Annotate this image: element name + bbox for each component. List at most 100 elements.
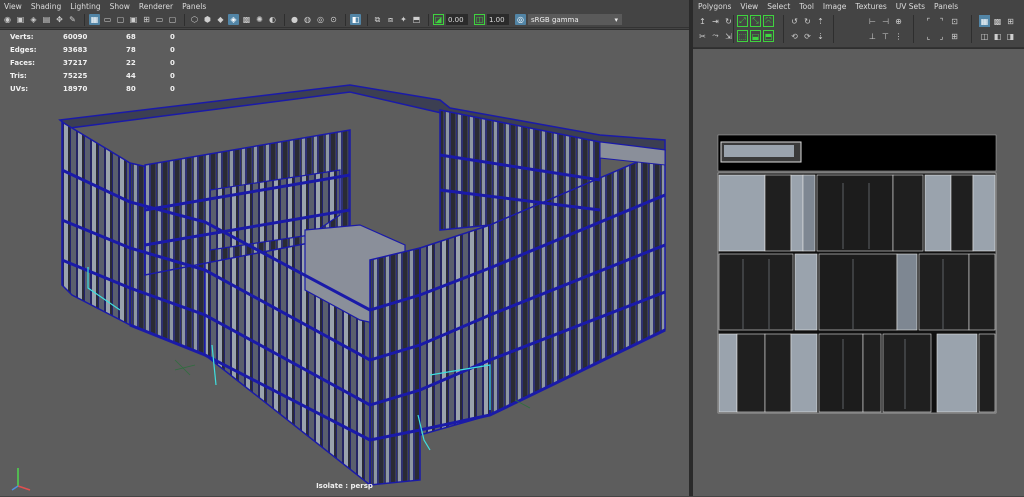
gamma-icon[interactable]: ◫: [474, 14, 485, 25]
uv-canvas[interactable]: [693, 48, 1024, 496]
shaded-uv-icon[interactable]: ◧: [992, 30, 1003, 42]
align-bottom-icon[interactable]: ⇣: [815, 30, 826, 42]
uv-editor-panel: Polygons View Select Tool Image Textures…: [693, 0, 1024, 496]
uv-menu-select[interactable]: Select: [767, 2, 790, 11]
texture-display-icon[interactable]: ▦: [979, 15, 990, 27]
wireframe-on-shaded-icon[interactable]: ◈: [228, 14, 239, 25]
color-management-icon[interactable]: ◎: [515, 14, 526, 25]
snap-bottom-left-icon[interactable]: ⌞: [923, 30, 934, 42]
camera-attributes-icon[interactable]: ▣: [15, 14, 26, 25]
snap-center-icon[interactable]: ⊞: [949, 30, 960, 42]
menu-renderer[interactable]: Renderer: [139, 2, 173, 11]
checker-icon[interactable]: ▩: [992, 15, 1003, 27]
uv-layout-group: ⤢ ⤡ ⤧ ⬚ ⬓ ⬒: [737, 15, 774, 43]
grid-icon[interactable]: ▦: [89, 14, 100, 25]
rotate-90-icon[interactable]: ⟲: [789, 30, 800, 42]
safe-title-icon[interactable]: ▢: [167, 14, 178, 25]
align-top-icon[interactable]: ⇡: [815, 15, 826, 27]
flip-u-icon[interactable]: ↥: [697, 15, 708, 27]
exposure-icon[interactable]: ◪: [433, 14, 444, 25]
distortion-icon[interactable]: ◨: [1005, 30, 1016, 42]
uv-menubar: Polygons View Select Tool Image Textures…: [693, 0, 1024, 12]
uv-menu-textures[interactable]: Textures: [855, 2, 886, 11]
gamma-field[interactable]: 1.00: [487, 14, 509, 25]
menu-shading[interactable]: Shading: [31, 2, 61, 11]
bookmark-icon[interactable]: ◈: [28, 14, 39, 25]
grease-pencil-icon[interactable]: ✎: [67, 14, 78, 25]
snap-icon[interactable]: ⊡: [949, 15, 960, 27]
two-d-pan-icon[interactable]: ✥: [54, 14, 65, 25]
film-gate-icon[interactable]: ▭: [102, 14, 113, 25]
grid-uv-icon[interactable]: ⬒: [763, 30, 774, 42]
xray-joints-icon[interactable]: ✦: [398, 14, 409, 25]
building-wireframe[interactable]: [0, 30, 689, 497]
select-shell-icon[interactable]: ⤢: [737, 15, 748, 27]
field-chart-icon[interactable]: ⊞: [141, 14, 152, 25]
align-max-u-icon[interactable]: ⊣: [880, 15, 891, 27]
select-camera-icon[interactable]: ◉: [2, 14, 13, 25]
align-max-v-icon[interactable]: ⊤: [880, 30, 891, 42]
isolate-select-icon[interactable]: ◧: [350, 14, 361, 25]
uv-menu-view[interactable]: View: [740, 2, 758, 11]
anti-aliasing-icon[interactable]: ◎: [315, 14, 326, 25]
flip-v-icon[interactable]: ⇥: [710, 15, 721, 27]
rotate-ccw-icon[interactable]: ↺: [789, 15, 800, 27]
sew-uv-icon[interactable]: ⤳: [710, 30, 721, 42]
lights-icon[interactable]: ✺: [254, 14, 265, 25]
depth-of-field-icon[interactable]: ⊙: [328, 14, 339, 25]
snap-top-left-icon[interactable]: ⌜: [923, 15, 934, 27]
unfold-uv-icon[interactable]: ⬓: [750, 30, 761, 42]
align-uv-icon[interactable]: ⤧: [763, 15, 774, 27]
layout-uv-icon[interactable]: ⬚: [737, 30, 748, 42]
image-plane-icon[interactable]: ▤: [41, 14, 52, 25]
motion-blur-icon[interactable]: ◍: [302, 14, 313, 25]
xray-active-icon[interactable]: ⧈: [385, 14, 396, 25]
exposure-field[interactable]: 0.00: [446, 14, 468, 25]
wireframe-icon[interactable]: ⬡: [189, 14, 200, 25]
align-min-v-icon[interactable]: ⊥: [867, 30, 878, 42]
uv-flip-group: ↥ ⇥ ↻ ✂ ⤳ ⇲: [697, 15, 734, 43]
chevron-down-icon: ▾: [614, 15, 618, 24]
gate-mask-icon[interactable]: ▣: [128, 14, 139, 25]
uv-menu-image[interactable]: Image: [823, 2, 847, 11]
menu-panels[interactable]: Panels: [182, 2, 206, 11]
rotate-cw-icon[interactable]: ↻: [802, 15, 813, 27]
dim-image-icon[interactable]: ◫: [979, 30, 990, 42]
default-material-icon[interactable]: ◆: [215, 14, 226, 25]
menu-lighting[interactable]: Lighting: [70, 2, 100, 11]
snap-bottom-right-icon[interactable]: ⌟: [936, 30, 947, 42]
app-root: View Shading Lighting Show Renderer Pane…: [0, 0, 1024, 496]
smooth-shade-icon[interactable]: ⬢: [202, 14, 213, 25]
resolution-gate-icon[interactable]: ▢: [115, 14, 126, 25]
align-min-u-icon[interactable]: ⊢: [867, 15, 878, 27]
straighten-uv-icon[interactable]: ⤡: [750, 15, 761, 27]
uv-texture-layout[interactable]: [693, 49, 1024, 497]
uv-align-group: ⊢ ⊣ ⊕ ⊥ ⊤ ⋮: [867, 15, 904, 43]
backface-icon[interactable]: ⬒: [411, 14, 422, 25]
rotate-neg90-icon[interactable]: ⟳: [802, 30, 813, 42]
uv-menu-uv-sets[interactable]: UV Sets: [896, 2, 925, 11]
align-center-icon[interactable]: ⊕: [893, 15, 904, 27]
uv-snap-group: ⌜ ⌝ ⊡ ⌞ ⌟ ⊞: [923, 15, 960, 43]
uv-menu-polygons[interactable]: Polygons: [698, 2, 731, 11]
shadows-icon[interactable]: ◐: [267, 14, 278, 25]
color-space-select[interactable]: sRGB gamma ▾: [528, 14, 622, 25]
ambient-occlusion-icon[interactable]: ●: [289, 14, 300, 25]
camera-label: Isolate : persp: [316, 482, 373, 490]
uv-menu-tool[interactable]: Tool: [799, 2, 814, 11]
uv-toolbar: ↥ ⇥ ↻ ✂ ⤳ ⇲ ⤢ ⤡ ⤧ ⬚ ⬓ ⬒ ↺ ↻ ⇡ ⟲ ⟳ ⇣ ⊢ ⊣ …: [693, 12, 1024, 48]
uv-rotate-group: ↺ ↻ ⇡ ⟲ ⟳ ⇣: [789, 15, 826, 43]
xray-icon[interactable]: ⧉: [372, 14, 383, 25]
textured-icon[interactable]: ▩: [241, 14, 252, 25]
distribute-icon[interactable]: ⋮: [893, 30, 904, 42]
menu-view[interactable]: View: [4, 2, 22, 11]
snap-top-right-icon[interactable]: ⌝: [936, 15, 947, 27]
viewport-toolbar: ◉ ▣ ◈ ▤ ✥ ✎ ▦ ▭ ▢ ▣ ⊞ ▭ ▢ ⬡ ⬢ ◆ ◈ ▩ ✺ ◐ …: [0, 12, 689, 28]
safe-action-icon[interactable]: ▭: [154, 14, 165, 25]
cut-uv-icon[interactable]: ✂: [697, 30, 708, 42]
uv-menu-panels[interactable]: Panels: [934, 2, 958, 11]
menu-show[interactable]: Show: [110, 2, 130, 11]
uv-view-group: ▦ ▩ ⊞ ◫ ◧ ◨: [979, 15, 1016, 43]
grid-display-icon[interactable]: ⊞: [1005, 15, 1016, 27]
perspective-viewport[interactable]: Verts: 60090 68 0 Edges: 93683 78 0 Face…: [0, 29, 689, 496]
